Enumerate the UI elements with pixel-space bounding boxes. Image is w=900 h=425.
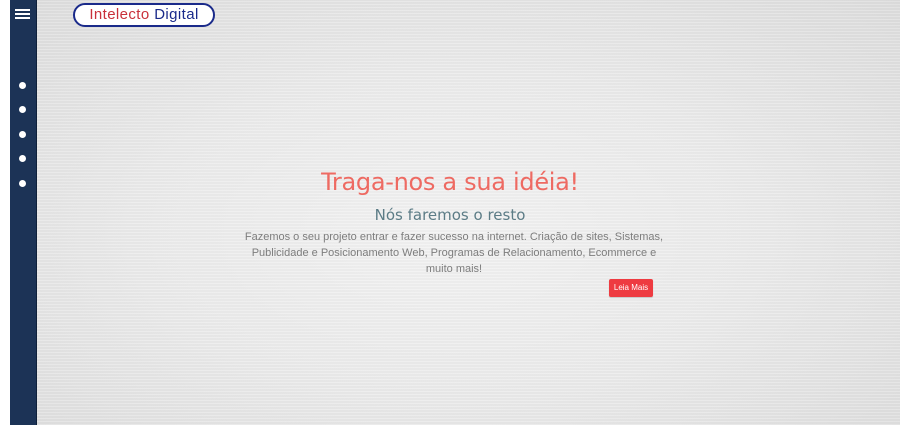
nav-dot-2[interactable] <box>19 106 26 113</box>
left-edge <box>0 0 10 425</box>
hero-title: Traga-nos a sua idéia! <box>321 168 579 196</box>
nav-dot-5[interactable] <box>19 180 26 187</box>
nav-dot-3[interactable] <box>19 131 26 138</box>
nav-dot-4[interactable] <box>19 155 26 162</box>
nav-dot-1[interactable] <box>19 82 26 89</box>
logo-word-1: Intelecto <box>89 6 150 23</box>
hero-subtitle: Nós faremos o resto <box>374 206 526 224</box>
site-logo[interactable]: Intelecto Digital <box>73 3 215 27</box>
hamburger-icon[interactable] <box>15 9 31 21</box>
logo-word-2: Digital <box>154 6 199 23</box>
sidebar <box>10 0 37 425</box>
hero-description: Fazemos o seu projeto entrar e fazer suc… <box>244 231 664 275</box>
read-more-button[interactable]: Leia Mais <box>609 279 653 297</box>
